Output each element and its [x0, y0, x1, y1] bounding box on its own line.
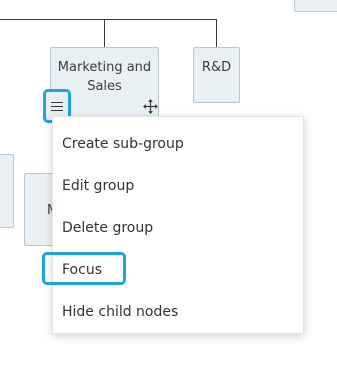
node-context-menu: Create sub-group Edit group Delete group… — [52, 116, 304, 334]
menu-item-edit-group[interactable]: Edit group — [62, 177, 134, 195]
node-rnd-label: R&D — [201, 60, 232, 75]
menu-item-create-sub-group[interactable]: Create sub-group — [62, 135, 184, 153]
menu-item-hide-child-nodes[interactable]: Hide child nodes — [62, 303, 178, 321]
node-rnd[interactable]: R&D — [193, 47, 240, 103]
connector-to-marketing — [104, 19, 105, 48]
node-top-right-partial[interactable] — [294, 0, 337, 12]
connector-horizontal — [0, 19, 217, 20]
hamburger-menu-icon — [51, 101, 63, 111]
node-left-partial[interactable] — [0, 154, 14, 228]
connector-to-rnd — [216, 19, 217, 47]
menu-item-focus[interactable]: Focus — [62, 261, 102, 279]
move-arrows-icon[interactable] — [143, 99, 158, 114]
menu-item-delete-group[interactable]: Delete group — [62, 219, 153, 237]
